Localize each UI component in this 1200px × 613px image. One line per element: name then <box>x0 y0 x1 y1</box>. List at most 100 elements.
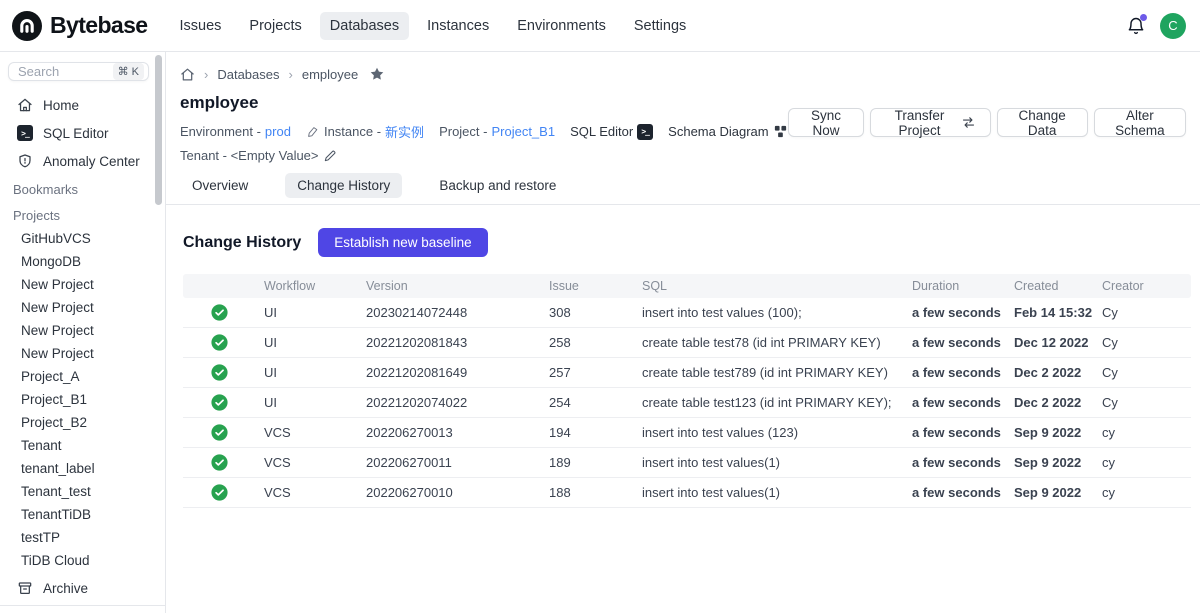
cell-issue[interactable]: 254 <box>541 388 634 418</box>
cell-status <box>183 418 256 448</box>
sql-editor-icon: >_ <box>637 124 653 140</box>
schema-diagram-shortcut[interactable]: Schema Diagram <box>668 124 787 139</box>
cell-issue[interactable]: 258 <box>541 328 634 358</box>
status-success-icon <box>211 364 228 381</box>
cell-created: Sep 9 2022 <box>1006 418 1094 448</box>
sidebar-item-anomaly-center[interactable]: Anomaly Center <box>0 147 165 175</box>
establish-new-baseline-button[interactable]: Establish new baseline <box>318 228 487 257</box>
sidebar-project-tenanttidb[interactable]: TenantTiDB <box>0 503 165 526</box>
top-navigation-bar: Bytebase Issues Projects Databases Instance… <box>0 0 1200 52</box>
sidebar-project-new-project[interactable]: New Project <box>0 296 165 319</box>
sidebar-project-project-b1[interactable]: Project_B1 <box>0 388 165 411</box>
bookmark-star-icon[interactable] <box>369 66 385 82</box>
action-button-label: Sync Now <box>803 108 850 138</box>
column-header-creator: Creator <box>1094 274 1191 298</box>
table-row[interactable]: VCS202206270010188insert into test value… <box>183 478 1191 508</box>
cell-status <box>183 478 256 508</box>
sidebar-item-home[interactable]: Home <box>0 91 165 119</box>
cell-workflow: UI <box>256 328 358 358</box>
alter-schema-button[interactable]: Alter Schema <box>1094 108 1186 137</box>
projects-section-label: Projects <box>0 201 165 227</box>
cell-created: Dec 2 2022 <box>1006 388 1094 418</box>
history-table-body: UI20230214072448308insert into test valu… <box>183 298 1191 508</box>
nav-item-databases[interactable]: Databases <box>320 12 409 40</box>
sidebar-project-new-project[interactable]: New Project <box>0 342 165 365</box>
sidebar-project-tenant-test[interactable]: Tenant_test <box>0 480 165 503</box>
sidebar-project-project-a[interactable]: Project_A <box>0 365 165 388</box>
table-row[interactable]: UI20221202081649257create table test789 … <box>183 358 1191 388</box>
environment-label: Environment - <box>180 124 261 139</box>
cell-issue[interactable]: 188 <box>541 478 634 508</box>
bytebase-logo-icon <box>12 11 42 41</box>
cell-issue[interactable]: 189 <box>541 448 634 478</box>
cell-version: 20221202081649 <box>358 358 541 388</box>
instance-label: Instance - <box>324 124 381 139</box>
sidebar-project-testtp[interactable]: testTP <box>0 526 165 549</box>
cell-sql: create table test78 (id int PRIMARY KEY) <box>634 328 904 358</box>
change-history-table: WorkflowVersionIssueSQLDurationCreatedCr… <box>183 274 1191 508</box>
cell-issue[interactable]: 194 <box>541 418 634 448</box>
sidebar-project-mongodb[interactable]: MongoDB <box>0 250 165 273</box>
project-link[interactable]: Project_B1 <box>491 124 555 139</box>
cell-version: 20221202074022 <box>358 388 541 418</box>
topnav-right: C <box>1126 13 1186 39</box>
instance-link[interactable]: 新实例 <box>385 122 424 141</box>
search-input[interactable]: Search ⌘ K <box>8 62 149 81</box>
breadcrumb-databases[interactable]: Databases <box>217 67 279 82</box>
bytebase-logo[interactable]: Bytebase <box>12 11 147 41</box>
change-data-button[interactable]: Change Data <box>997 108 1088 137</box>
sidebar-scrollbar[interactable] <box>155 55 162 205</box>
sql-editor-shortcut-label: SQL Editor <box>570 124 633 139</box>
status-success-icon <box>211 334 228 351</box>
table-row[interactable]: UI20230214072448308insert into test valu… <box>183 298 1191 328</box>
cell-issue[interactable]: 308 <box>541 298 634 328</box>
breadcrumb-separator: › <box>204 67 208 82</box>
environment-link[interactable]: prod <box>265 124 291 139</box>
cell-version: 202206270010 <box>358 478 541 508</box>
sidebar-project-githubvcs[interactable]: GitHubVCS <box>0 227 165 250</box>
section-heading: Change History <box>183 234 301 252</box>
table-row[interactable]: VCS202206270013194insert into test value… <box>183 418 1191 448</box>
cell-creator: cy <box>1094 448 1191 478</box>
status-success-icon <box>211 424 228 441</box>
sidebar-item-label: Home <box>43 98 79 113</box>
sync-now-button[interactable]: Sync Now <box>788 108 865 137</box>
column-header-sql: SQL <box>634 274 904 298</box>
sidebar-project-new-project[interactable]: New Project <box>0 273 165 296</box>
nav-item-instances[interactable]: Instances <box>417 12 499 40</box>
cell-workflow: VCS <box>256 448 358 478</box>
breadcrumb-home-icon[interactable] <box>180 67 195 82</box>
cell-issue[interactable]: 257 <box>541 358 634 388</box>
transfer-project-button[interactable]: Transfer Project <box>870 108 990 137</box>
sql-editor-shortcut[interactable]: SQL Editor >_ <box>570 124 653 140</box>
notification-bell-icon[interactable] <box>1126 16 1146 36</box>
column-header-version: Version <box>358 274 541 298</box>
breadcrumb-employee[interactable]: employee <box>302 67 358 82</box>
cell-status <box>183 388 256 418</box>
shield-icon <box>17 153 33 169</box>
sidebar-project-new-project[interactable]: New Project <box>0 319 165 342</box>
table-row[interactable]: VCS202206270011189insert into test value… <box>183 448 1191 478</box>
sidebar-item-sql-editor[interactable]: >_ SQL Editor <box>0 119 165 147</box>
nav-item-environments[interactable]: Environments <box>507 12 616 40</box>
tab-change-history[interactable]: Change History <box>285 173 402 198</box>
nav-item-settings[interactable]: Settings <box>624 12 696 40</box>
tab-overview[interactable]: Overview <box>180 173 260 198</box>
breadcrumb-separator: › <box>289 67 293 82</box>
tab-backup-and-restore[interactable]: Backup and restore <box>427 173 568 198</box>
user-avatar[interactable]: C <box>1160 13 1186 39</box>
nav-item-projects[interactable]: Projects <box>239 12 311 40</box>
sidebar-project-tidb-cloud[interactable]: TiDB Cloud <box>0 549 165 572</box>
nav-item-issues[interactable]: Issues <box>169 12 231 40</box>
sidebar-item-archive[interactable]: Archive <box>0 572 165 605</box>
action-button-label: Alter Schema <box>1109 108 1171 138</box>
sidebar-project-tenant-label[interactable]: tenant_label <box>0 457 165 480</box>
cell-creator: cy <box>1094 418 1191 448</box>
sidebar-project-tenant[interactable]: Tenant <box>0 434 165 457</box>
table-row[interactable]: UI20221202074022254create table test123 … <box>183 388 1191 418</box>
sidebar-item-label: SQL Editor <box>43 126 109 141</box>
cell-sql: insert into test values(1) <box>634 478 904 508</box>
sidebar-project-project-b2[interactable]: Project_B2 <box>0 411 165 434</box>
edit-pencil-icon[interactable] <box>323 149 337 163</box>
table-row[interactable]: UI20221202081843258create table test78 (… <box>183 328 1191 358</box>
